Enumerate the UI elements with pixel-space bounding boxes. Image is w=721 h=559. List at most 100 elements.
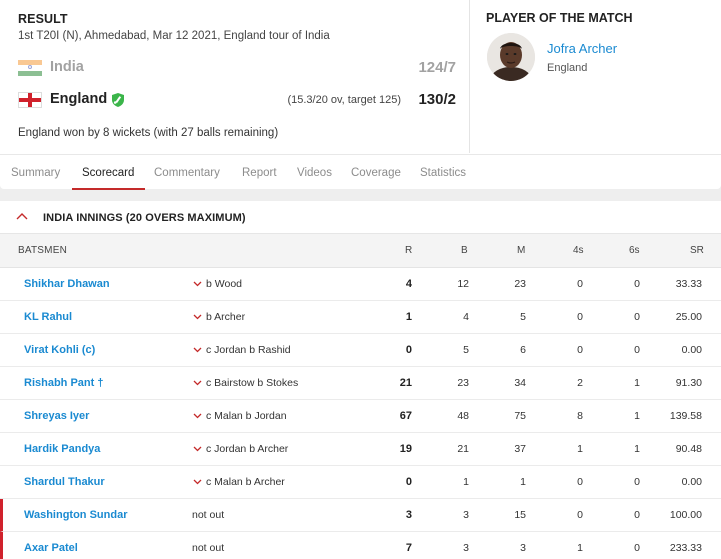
chevron-down-icon[interactable] xyxy=(193,314,202,320)
batsman-link[interactable]: KL Rahul xyxy=(24,311,72,323)
team-name[interactable]: India xyxy=(50,59,84,75)
runs-cell: 4 xyxy=(405,278,412,290)
tab-statistics[interactable]: Statistics xyxy=(420,167,466,179)
dismissal-text: c Jordan b Rashid xyxy=(206,344,291,356)
minutes-cell: 75 xyxy=(514,410,526,422)
runs-cell: 67 xyxy=(399,410,412,422)
potm-player-link[interactable]: Jofra Archer xyxy=(547,41,617,56)
table-row: Shikhar Dhawan b Wood 4 12 23 0 0 33.33 xyxy=(0,268,721,301)
strike-rate-cell: 100.00 xyxy=(669,509,702,521)
runs-cell: 7 xyxy=(405,542,412,554)
chevron-down-icon[interactable] xyxy=(193,347,202,353)
strike-rate-cell: 91.30 xyxy=(675,377,702,389)
table-row: Shardul Thakur c Malan b Archer 0 1 1 0 0 0.00 xyxy=(0,466,721,499)
col-runs: R xyxy=(405,245,413,256)
balls-cell: 1 xyxy=(463,476,469,488)
team-score: 124/7 xyxy=(418,59,456,76)
batsman-link[interactable]: Hardik Pandya xyxy=(24,443,100,455)
balls-cell: 23 xyxy=(457,377,469,389)
runs-cell: 1 xyxy=(405,311,412,323)
caret-up-icon[interactable] xyxy=(16,212,28,220)
team-score: 130/2 xyxy=(418,91,456,108)
col-batsmen: BATSMEN xyxy=(18,245,67,256)
minutes-cell: 37 xyxy=(514,443,526,455)
table-header: BATSMEN R B M 4s 6s SR xyxy=(0,234,721,268)
team-row-england[interactable]: England (15.3/20 ov, target 125) 130/2 xyxy=(18,89,458,111)
innings-header[interactable]: INDIA INNINGS (20 OVERS MAXIMUM) xyxy=(0,201,721,234)
batsman-link[interactable]: Virat Kohli (c) xyxy=(24,344,95,356)
table-row: Washington Sundar not out 3 3 15 0 0 100.00 xyxy=(0,499,721,532)
fours-cell: 0 xyxy=(577,311,583,323)
sixes-cell: 0 xyxy=(634,476,640,488)
batsman-link[interactable]: Shreyas Iyer xyxy=(24,410,89,422)
tab-report[interactable]: Report xyxy=(242,167,277,179)
chevron-down-icon[interactable] xyxy=(193,479,202,485)
minutes-cell: 23 xyxy=(514,278,526,290)
dismissal-text: c Malan b Jordan xyxy=(206,410,287,422)
batsman-link[interactable]: Washington Sundar xyxy=(24,509,127,521)
runs-cell: 3 xyxy=(405,509,412,521)
match-header-card: RESULT 1st T20I (N), Ahmedabad, Mar 12 2… xyxy=(0,0,721,190)
strike-rate-cell: 33.33 xyxy=(675,278,702,290)
tab-coverage[interactable]: Coverage xyxy=(351,167,401,179)
chevron-down-icon[interactable] xyxy=(193,281,202,287)
batsman-link[interactable]: Shardul Thakur xyxy=(24,476,105,488)
col-minutes: M xyxy=(517,245,526,256)
team-name[interactable]: England xyxy=(50,91,107,107)
fours-cell: 1 xyxy=(577,542,583,554)
dismissal-text: not out xyxy=(192,542,225,554)
avatar[interactable] xyxy=(487,33,535,81)
innings-title: INDIA INNINGS (20 OVERS MAXIMUM) xyxy=(43,212,246,224)
strike-rate-cell: 90.48 xyxy=(675,443,702,455)
chevron-down-icon[interactable] xyxy=(193,446,202,452)
sixes-cell: 1 xyxy=(634,410,640,422)
minutes-cell: 15 xyxy=(514,509,526,521)
result-pane: RESULT 1st T20I (N), Ahmedabad, Mar 12 2… xyxy=(0,0,470,153)
balls-cell: 48 xyxy=(457,410,469,422)
balls-cell: 4 xyxy=(463,311,469,323)
minutes-cell: 5 xyxy=(520,311,526,323)
minutes-cell: 1 xyxy=(520,476,526,488)
result-label: RESULT xyxy=(18,12,68,26)
potm-team: England xyxy=(547,62,588,74)
batsman-link[interactable]: Rishabh Pant † xyxy=(24,377,103,389)
dismissal-text: c Bairstow b Stokes xyxy=(206,377,299,389)
tab-summary[interactable]: Summary xyxy=(11,167,60,179)
tab-scorecard[interactable]: Scorecard xyxy=(82,167,134,179)
dismissal-text: b Wood xyxy=(206,278,242,290)
balls-cell: 5 xyxy=(463,344,469,356)
balls-cell: 3 xyxy=(463,542,469,554)
tab-videos[interactable]: Videos xyxy=(297,167,332,179)
batsman-link[interactable]: Shikhar Dhawan xyxy=(24,278,110,290)
col-fours: 4s xyxy=(573,245,584,256)
table-row: KL Rahul b Archer 1 4 5 0 0 25.00 xyxy=(0,301,721,334)
match-description: 1st T20I (N), Ahmedabad, Mar 12 2021, En… xyxy=(18,30,330,42)
table-row: Hardik Pandya c Jordan b Archer 19 21 37 1 1 90… xyxy=(0,433,721,466)
player-of-match-pane: PLAYER OF THE MATCH Jofra Archer England xyxy=(471,0,721,153)
chevron-down-icon[interactable] xyxy=(193,413,202,419)
col-strike-rate: SR xyxy=(690,245,704,256)
runs-cell: 19 xyxy=(399,443,412,455)
chevron-down-icon[interactable] xyxy=(193,380,202,386)
team-row-india[interactable]: India 124/7 xyxy=(18,57,458,79)
dismissal-text: not out xyxy=(192,509,225,521)
sixes-cell: 0 xyxy=(634,278,640,290)
table-row: Virat Kohli (c) c Jordan b Rashid 0 5 6 0 0 0.0… xyxy=(0,334,721,367)
strike-rate-cell: 25.00 xyxy=(675,311,702,323)
minutes-cell: 3 xyxy=(520,542,526,554)
dismissal-text: c Malan b Archer xyxy=(206,476,285,488)
fours-cell: 0 xyxy=(577,509,583,521)
sixes-cell: 0 xyxy=(634,509,640,521)
balls-cell: 3 xyxy=(463,509,469,521)
strike-rate-cell: 139.58 xyxy=(669,410,702,422)
team-overs-target: (15.3/20 ov, target 125) xyxy=(287,94,401,106)
england-flag-icon xyxy=(18,92,42,108)
dismissal-text: c Jordan b Archer xyxy=(206,443,289,455)
tab-commentary[interactable]: Commentary xyxy=(154,167,220,179)
batsman-link[interactable]: Axar Patel xyxy=(24,542,78,554)
table-row: Axar Patel not out 7 3 3 1 0 233.33 xyxy=(0,532,721,559)
fours-cell: 0 xyxy=(577,278,583,290)
sixes-cell: 0 xyxy=(634,542,640,554)
strike-rate-cell: 233.33 xyxy=(669,542,702,554)
minutes-cell: 6 xyxy=(520,344,526,356)
